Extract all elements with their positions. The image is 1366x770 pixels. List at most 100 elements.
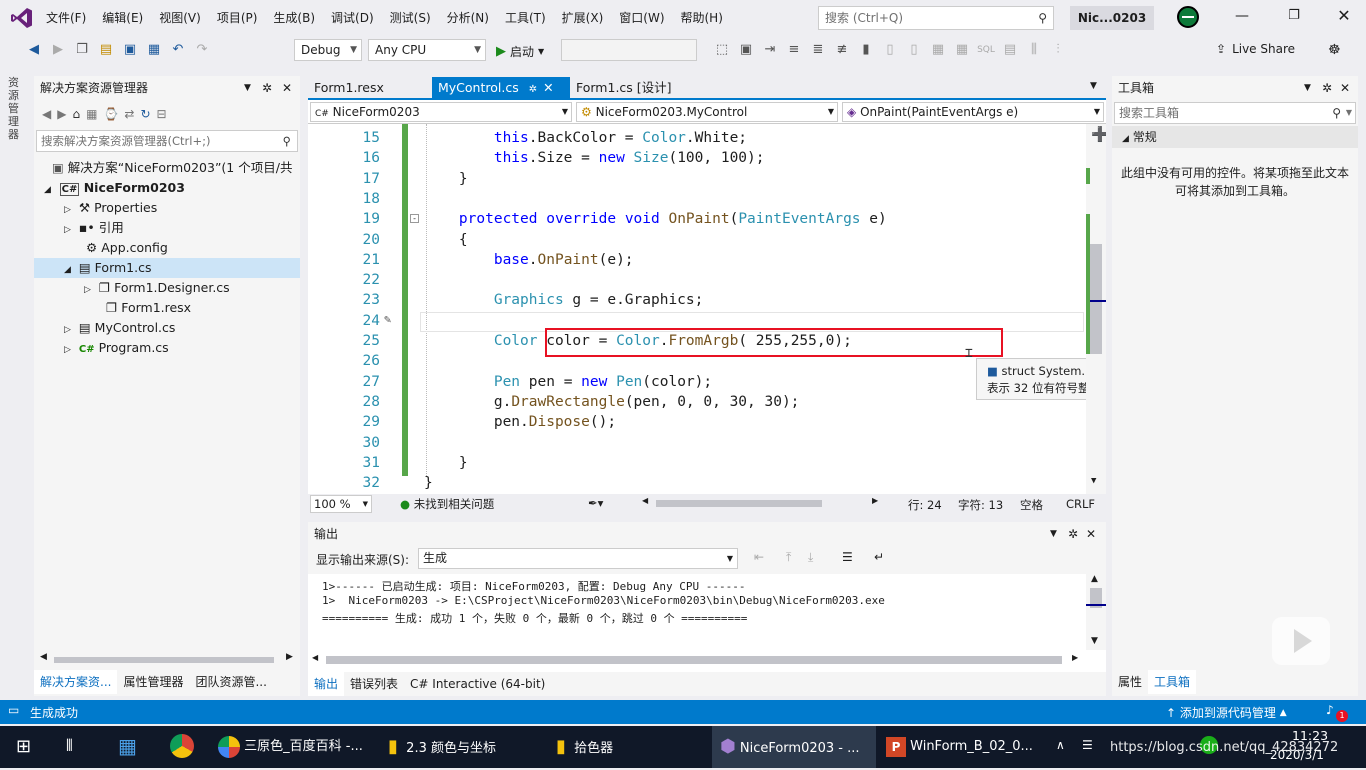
search-input[interactable]: 搜索 (Ctrl+Q) ⚲ [818, 6, 1054, 30]
menu-help[interactable]: 帮助(H) [673, 0, 731, 36]
menu-extensions[interactable]: 扩展(X) [554, 0, 612, 36]
forward-icon[interactable]: ▶ [49, 42, 67, 58]
toolbox-group-general[interactable]: ◢ 常规 [1112, 126, 1358, 148]
tab-output[interactable]: 输出 [308, 672, 345, 696]
debug-target-select[interactable] [561, 39, 697, 61]
server-explorer-tab[interactable]: 资源管理器 [8, 76, 22, 141]
prev-message-icon[interactable]: ⤒ [786, 550, 791, 565]
code-editor[interactable]: 15 16 17 18 19 20 21 22 23 24 25 26 27 2… [308, 124, 1106, 494]
tab-toolbox[interactable]: 工具箱 [1148, 670, 1197, 694]
tab-team-explorer[interactable]: 团队资源管... [189, 670, 272, 694]
pin-icon[interactable]: ✲ [1068, 522, 1078, 546]
editor-horizontal-scrollbar[interactable]: ◀ ▶ [642, 496, 882, 510]
clear-all-icon[interactable]: ☰ [842, 550, 853, 564]
account-avatar[interactable] [1177, 6, 1199, 28]
tab-properties[interactable]: 属性 [1112, 670, 1148, 694]
menu-project[interactable]: 项目(P) [209, 0, 266, 36]
close-icon[interactable]: ✕ [1340, 76, 1350, 100]
tab-form1-designer[interactable]: Form1.cs [设计] [570, 77, 678, 99]
redo-icon[interactable]: ↷ [193, 42, 211, 58]
close-icon[interactable]: ✕ [543, 80, 553, 95]
tree-item-solution[interactable]: ▣ 解决方案“NiceForm0203”(1 个项目/共 [34, 158, 300, 178]
tree-item-form1-resx[interactable]: ❐ Form1.resx [34, 298, 300, 318]
tree-item-app-config[interactable]: ⚙ App.config [34, 238, 300, 258]
indent-mode[interactable]: 空格 [1020, 497, 1043, 513]
project-nav-dropdown[interactable]: C# NiceForm0203 ▼ [310, 102, 572, 122]
next-message-icon[interactable]: ⤓ [808, 550, 813, 565]
refresh-icon[interactable]: ↻ [140, 107, 150, 121]
toolbox-search-input[interactable]: 搜索工具箱 ⚲ ▼ [1114, 102, 1356, 124]
video-play-overlay[interactable] [1272, 617, 1330, 665]
close-icon[interactable]: ✕ [1086, 522, 1096, 546]
configuration-select[interactable]: Debug ▼ [294, 39, 362, 61]
new-project-icon[interactable]: ❐ [73, 42, 91, 58]
menu-window[interactable]: 窗口(W) [611, 0, 672, 36]
bookmark-clear-icon[interactable]: ▦ [929, 42, 947, 58]
close-button[interactable]: ✕ [1332, 6, 1356, 26]
go-to-message-icon[interactable]: ⇤ [754, 550, 764, 564]
class-nav-dropdown[interactable]: ⚙ NiceForm0203.MyControl ▼ [576, 102, 838, 122]
menu-edit[interactable]: 编辑(E) [94, 0, 151, 36]
tree-item-properties[interactable]: ▷ ⚒ Properties [34, 198, 300, 218]
network-icon[interactable]: ☰ [1082, 738, 1093, 752]
platform-select[interactable]: Any CPU ▼ [368, 39, 486, 61]
open-folder-icon[interactable]: ▤ [97, 42, 115, 58]
bookmark-prev-icon[interactable]: ▯ [881, 42, 899, 58]
output-horizontal-scrollbar[interactable]: ◀ ▶ [312, 653, 1082, 666]
issues-indicator[interactable]: ● 未找到相关问题 [400, 496, 494, 512]
word-wrap-icon[interactable]: ↵ [874, 550, 884, 564]
line-ending[interactable]: CRLF [1066, 497, 1095, 511]
tree-item-references[interactable]: ▷ ▪• 引用 [34, 218, 300, 238]
format-icon[interactable]: ≡ [785, 42, 803, 58]
menu-test[interactable]: 测试(S) [382, 0, 439, 36]
tree-item-form1-designer[interactable]: ▷ ❐ Form1.Designer.cs [34, 278, 300, 298]
align-icon[interactable]: ⫼ [1025, 42, 1043, 58]
close-icon[interactable]: ✕ [282, 76, 292, 100]
horizontal-scrollbar[interactable]: ◀ ▶ [40, 652, 296, 666]
solution-search-input[interactable]: 搜索解决方案资源管理器(Ctrl+;) ⚲ [36, 130, 298, 152]
tab-csharp-interactive[interactable]: C# Interactive (64-bit) [404, 672, 551, 696]
menu-view[interactable]: 视图(V) [151, 0, 209, 36]
scroll-thumb[interactable] [656, 500, 822, 507]
tab-property-manager[interactable]: 属性管理器 [117, 670, 189, 694]
tab-solution-explorer[interactable]: 解决方案资... [34, 670, 118, 694]
save-all-icon[interactable]: ▦ [145, 42, 163, 58]
switch-view-icon[interactable]: ▦ [86, 107, 97, 121]
uncomment-icon[interactable]: ≢ [833, 42, 851, 58]
task-view-icon[interactable]: ⫴ [66, 736, 73, 756]
member-nav-dropdown[interactable]: ◈ OnPaint(PaintEventArgs e) ▼ [842, 102, 1104, 122]
back-icon[interactable]: ◀ [25, 42, 43, 58]
comment-icon[interactable]: ≣ [809, 42, 827, 58]
tree-item-mycontrol[interactable]: ▷ ▤ MyControl.cs [34, 318, 300, 338]
spacing-icon[interactable]: ⫶ [1049, 42, 1067, 58]
dropdown-icon[interactable]: ▼ [244, 76, 251, 100]
tree-item-project[interactable]: ◢ C# NiceForm0203 [34, 178, 300, 198]
menu-tools[interactable]: 工具(T) [497, 0, 554, 36]
brush-icon[interactable]: ✒▾ [588, 496, 603, 510]
taskbar-app-folder-1[interactable]: ▮ 2.3 颜色与坐标 [388, 726, 496, 768]
menu-debug[interactable]: 调试(D) [323, 0, 382, 36]
save-icon[interactable]: ▣ [121, 42, 139, 58]
feedback-icon[interactable]: ☸ [1328, 42, 1341, 58]
taskbar-app-visual-studio[interactable]: ⬢ NiceForm0203 - ... [712, 726, 876, 768]
menu-build[interactable]: 生成(B) [265, 0, 323, 36]
screenshot-icon[interactable]: ▣ [737, 42, 755, 58]
pin-icon[interactable]: ✲ [1322, 76, 1332, 100]
minimize-button[interactable]: — [1230, 8, 1254, 28]
dropdown-icon[interactable]: ▼ [1304, 76, 1311, 100]
history-icon[interactable]: ⌚ [103, 107, 118, 121]
grid-icon[interactable]: ▤ [1001, 42, 1019, 58]
table-icon[interactable]: ▦ [953, 42, 971, 58]
start-button[interactable]: ▶ 启动 ▼ [496, 40, 544, 62]
tab-form1-resx[interactable]: Form1.resx [308, 77, 390, 99]
forward-icon[interactable]: ▶ [57, 107, 66, 121]
dropdown-icon[interactable]: ▼ [1050, 522, 1057, 546]
zoom-select[interactable]: 100 % ▼ [310, 495, 372, 513]
scroll-thumb[interactable] [54, 657, 274, 663]
undo-icon[interactable]: ↶ [169, 42, 187, 58]
chrome-icon[interactable] [170, 734, 194, 758]
live-share-button[interactable]: ⇪ Live Share [1216, 42, 1295, 56]
vertical-scrollbar[interactable]: ➕ ▼ [1086, 124, 1106, 494]
pin-icon[interactable]: ✲ [262, 76, 272, 100]
bookmark-next-icon[interactable]: ▯ [905, 42, 923, 58]
